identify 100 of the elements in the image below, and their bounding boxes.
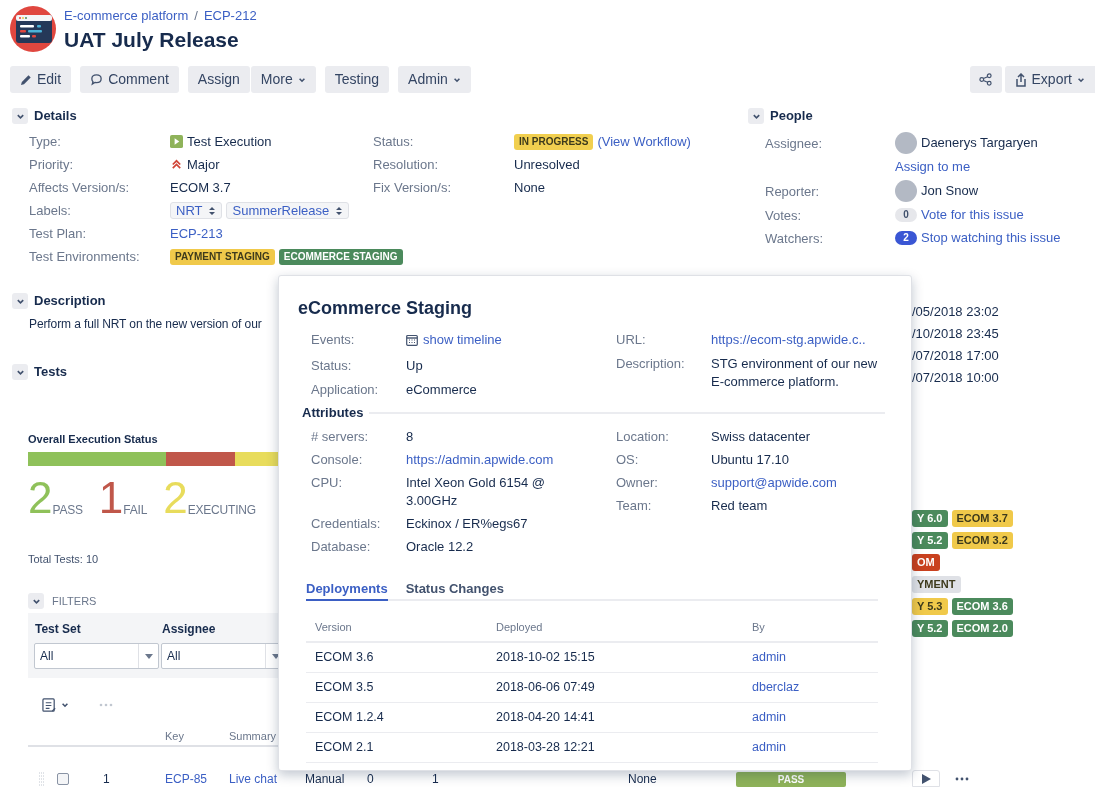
vote-link[interactable]: Stop watching this issue <box>921 227 1061 248</box>
vote-link[interactable]: Vote for this issue <box>921 204 1024 225</box>
field-label: Fix Version/s: <box>373 178 452 197</box>
stat-count: 2 <box>163 476 188 520</box>
field-link[interactable]: https://admin.apwide.com <box>406 452 554 467</box>
field-label: Labels: <box>29 201 71 220</box>
user-link[interactable]: admin <box>752 650 787 665</box>
tab[interactable]: Deployments <box>306 579 388 601</box>
field-value: Major <box>187 155 220 174</box>
more-dots-icon[interactable] <box>955 776 969 781</box>
field-value: 8 <box>406 429 414 444</box>
label-tag[interactable]: NRT <box>170 202 223 219</box>
table-cell: Manual <box>305 771 345 786</box>
field-label: Resolution: <box>373 155 439 174</box>
section-title: Tests <box>34 363 67 381</box>
lozenge: ECOM 2.0 <box>951 620 1013 637</box>
breadcrumb-link[interactable]: ECP-212 <box>203 6 257 26</box>
field-label: Team: <box>616 498 652 513</box>
field-label: Assignee: <box>765 136 823 151</box>
section-title: People <box>770 107 813 125</box>
field-value: ECOM 3.7 <box>170 178 231 197</box>
column-header: Deployed <box>496 620 543 633</box>
row-number: 1 <box>103 771 110 786</box>
field-label: Owner: <box>616 475 658 490</box>
field-label: Test Environments: <box>29 247 140 266</box>
chevron-down-icon[interactable] <box>28 593 44 609</box>
view-workflow-link[interactable]: (View Workflow) <box>597 131 691 152</box>
lozenge: OM <box>912 554 940 571</box>
project-logo[interactable] <box>10 6 56 52</box>
user-name: Daenerys Targaryen <box>921 133 1038 152</box>
field-link[interactable]: https://ecom-stg.apwide.c.. <box>711 332 866 347</box>
field-value: Ubuntu 17.10 <box>711 452 790 467</box>
dropdown-button[interactable]: More <box>250 66 316 93</box>
issue-title: UAT July Release <box>64 27 240 53</box>
section-title: Details <box>34 107 77 125</box>
table-cell: 2018-03-28 12:21 <box>496 740 595 755</box>
dropdown-button[interactable]: Admin <box>398 66 471 93</box>
show-timeline-link[interactable]: show timeline <box>406 331 502 349</box>
field-label: Location: <box>616 429 669 444</box>
lozenge: Y 6.0 <box>912 510 948 527</box>
table-cell: 2018-10-02 15:15 <box>496 650 595 665</box>
field-link[interactable]: ECP-213 <box>170 223 223 244</box>
field-label: Affects Version/s: <box>29 178 130 197</box>
columns-menu-button[interactable] <box>42 697 69 713</box>
lozenge: ECOM 3.6 <box>951 598 1013 615</box>
field-label: Database: <box>311 539 371 554</box>
chevron-down-icon[interactable] <box>12 293 28 309</box>
double-chevron-up-icon <box>170 158 183 171</box>
field-label: Events: <box>311 332 355 347</box>
user-link[interactable]: admin <box>752 740 787 755</box>
field-value: Intel Xeon Gold 6154 @ 3.00GHz <box>406 475 545 508</box>
field-label: Votes: <box>765 208 802 223</box>
toolbar-button[interactable]: Testing <box>324 66 390 93</box>
dropdown-arrow-icon <box>144 653 153 659</box>
toolbar-button[interactable]: Edit <box>10 66 72 93</box>
stat-count: 2 <box>28 476 53 520</box>
field-label: Reporter: <box>765 184 820 199</box>
drag-handle-icon[interactable] <box>38 771 46 786</box>
pencil-icon <box>20 73 32 86</box>
toolbar-button[interactable]: Comment <box>80 66 179 93</box>
date-text: /10/2018 23:45 <box>912 325 999 343</box>
chevron-down-icon[interactable] <box>748 108 764 124</box>
export-button[interactable]: Export <box>1004 66 1095 93</box>
filter-label: Assignee <box>161 621 217 637</box>
tab[interactable]: Status Changes <box>405 579 504 601</box>
description-text: Perform a full NRT on the new version of our <box>29 316 262 333</box>
lozenge: Y 5.2 <box>912 532 948 549</box>
play-icon <box>921 773 931 784</box>
label-tag[interactable]: SummerRelease <box>226 202 350 219</box>
filter-label: Test Set <box>34 621 82 637</box>
select-field[interactable]: All <box>34 643 159 669</box>
date-text: /07/2018 10:00 <box>912 369 999 387</box>
popup-title: eCommerce Staging <box>298 297 474 320</box>
field-value: Red team <box>711 498 768 513</box>
user-link[interactable]: dberclaz <box>752 680 800 695</box>
avatar <box>895 131 917 154</box>
chevron-down-icon[interactable] <box>12 108 28 124</box>
play-button[interactable] <box>912 770 940 787</box>
column-header: Summary <box>229 728 277 744</box>
toolbar-button[interactable]: Assign <box>187 66 250 93</box>
breadcrumb-link[interactable]: E-commerce platform <box>64 6 189 26</box>
lozenge: Y 5.2 <box>912 620 948 637</box>
field-label: Priority: <box>29 155 74 174</box>
stat-count: 1 <box>98 476 124 520</box>
stat-label: EXECUTING <box>187 503 256 518</box>
table-cell: ECOM 3.5 <box>315 680 374 695</box>
user-link[interactable]: admin <box>752 710 787 725</box>
field-label: # servers: <box>311 429 369 444</box>
user-name: Jon Snow <box>921 181 979 200</box>
field-label: Test Plan: <box>29 224 87 243</box>
share-button[interactable] <box>969 66 1002 93</box>
more-dots-icon[interactable] <box>99 703 113 707</box>
summary-link[interactable]: Live chat <box>229 771 278 786</box>
field-link[interactable]: support@apwide.com <box>711 475 837 490</box>
issue-key-link[interactable]: ECP-85 <box>165 771 208 786</box>
assign-to-me-link[interactable]: Assign to me <box>895 156 971 177</box>
chevron-down-icon[interactable] <box>12 364 28 380</box>
checkbox[interactable] <box>57 772 69 785</box>
field-label: Console: <box>311 452 363 467</box>
stat-label: PASS <box>52 502 83 518</box>
